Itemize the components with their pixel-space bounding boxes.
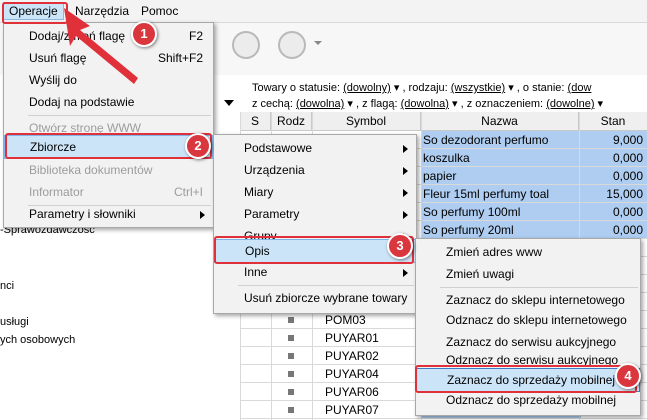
step-badge: 1 xyxy=(131,21,157,47)
grid-line xyxy=(240,418,647,419)
cell-stan: 0,000 xyxy=(579,203,647,221)
col-header-nazwa[interactable]: Nazwa xyxy=(421,112,579,131)
tree-item[interactable]: usługi xyxy=(0,316,29,328)
menu-item-unmark-shop[interactable]: Odznacz do sklepu internetowego xyxy=(416,309,640,331)
user-icon[interactable] xyxy=(232,31,260,59)
kind-label: , rodzaju: xyxy=(402,82,448,94)
filter-row-2: z cechą: (dowolna) ▾ , z flagą: (dowolna… xyxy=(252,98,604,110)
menu-item-urzadzenia[interactable]: Urządzenia xyxy=(214,159,416,181)
submenu-arrow-icon xyxy=(403,211,408,219)
cell-symbol: PUYAR06 xyxy=(325,385,379,399)
menu-item-parametry[interactable]: Parametry xyxy=(214,203,416,225)
menu-item-add-based[interactable]: Dodaj na podstawie xyxy=(4,91,213,113)
cell-stan: 9,000 xyxy=(579,131,647,149)
menu-item-change-www[interactable]: Zmień adres www xyxy=(416,241,640,263)
menu-item-podstawowe[interactable]: Podstawowe xyxy=(214,137,416,159)
help-icon[interactable] xyxy=(278,31,306,59)
menu-pomoc[interactable]: Pomoc xyxy=(136,3,183,19)
status-label: Towary o statusie: xyxy=(252,82,341,94)
cell-stan: 15,000 xyxy=(579,185,647,203)
highlight-frame xyxy=(2,2,68,24)
mark-select[interactable]: (dowolne) xyxy=(546,98,594,110)
menu-item-params[interactable]: Parametry i słowniki xyxy=(4,203,213,225)
submenu-arrow-icon xyxy=(403,269,408,277)
menu-item-delete-selected[interactable]: Usuń zbiorcze wybrane towary xyxy=(214,287,416,309)
feature-select[interactable]: (dowolna) xyxy=(296,98,344,110)
cell-name: koszulka xyxy=(421,149,581,167)
submenu-arrow-icon xyxy=(403,145,408,153)
menu-item-mark-shop[interactable]: Zaznacz do sklepu internetowego xyxy=(416,289,640,311)
col-header-rodz[interactable]: Rodz xyxy=(271,112,312,131)
step-badge: 2 xyxy=(185,133,211,159)
cell-name: So perfumy 20ml xyxy=(421,221,581,239)
cell-symbol: PUYAR04 xyxy=(325,367,379,381)
chevron-down-icon[interactable] xyxy=(314,41,322,45)
cell-name: So perfumy 100ml xyxy=(421,203,581,221)
highlight-frame xyxy=(415,365,637,393)
menu-item-miary[interactable]: Miary xyxy=(214,181,416,203)
zbiorcze-submenu: Podstawowe Urządzenia Miary Parametry Gr… xyxy=(213,134,417,314)
pointer-arrow xyxy=(64,8,138,84)
menu-item-informator: Informator Ctrl+I xyxy=(29,185,203,199)
row-type-icon xyxy=(288,389,294,395)
cell-name: So dezodorant perfumo xyxy=(421,131,581,149)
step-badge: 4 xyxy=(615,363,641,389)
tree-item[interactable]: ych osobowych xyxy=(0,334,75,346)
mark-label: , z oznaczeniem: xyxy=(460,98,544,110)
submenu-arrow-icon xyxy=(403,167,408,175)
flag-select[interactable]: (dowolna) xyxy=(401,98,449,110)
menu-separator xyxy=(28,115,211,116)
dropdown-arrow-icon[interactable] xyxy=(224,100,234,106)
step-badge: 3 xyxy=(387,233,413,259)
menu-item-inne[interactable]: Inne xyxy=(214,261,416,283)
kind-select[interactable]: (wszystkie) xyxy=(451,82,505,94)
state-select[interactable]: (dow xyxy=(568,82,592,94)
cell-stan: 0,000 xyxy=(579,167,647,185)
cell-symbol: PUYAR02 xyxy=(325,349,379,363)
menu-item-library: Biblioteka dokumentów xyxy=(29,163,153,177)
feature-label: z cechą: xyxy=(252,98,293,110)
cell-symbol: PUYAR07 xyxy=(325,403,379,417)
col-header-symbol[interactable]: Symbol xyxy=(312,112,421,131)
submenu-arrow-icon xyxy=(403,189,408,197)
col-header-stan[interactable]: Stan xyxy=(579,112,647,131)
state-label: , o stanie: xyxy=(516,82,565,94)
cell-stan: 0,000 xyxy=(579,149,647,167)
cell-name: papier xyxy=(421,167,581,185)
cell-stan: 0,000 xyxy=(579,221,647,239)
cell-name: Fleur 15ml perfumy toal xyxy=(421,185,581,203)
col-header-s[interactable]: S xyxy=(240,112,271,131)
row-type-icon xyxy=(288,317,294,323)
tree-item[interactable]: nci xyxy=(0,280,14,292)
row-type-icon xyxy=(288,407,294,413)
menu-item-change-notes[interactable]: Zmień uwagi xyxy=(416,263,640,285)
flag-label: , z flagą: xyxy=(355,98,398,110)
menu-separator xyxy=(238,285,414,286)
highlight-frame xyxy=(5,133,212,159)
cell-symbol: PUYAR01 xyxy=(325,331,379,345)
filter-row-1: Towary o statusie: (dowolny) ▾ , rodzaju… xyxy=(252,82,592,94)
row-type-icon xyxy=(288,335,294,341)
status-select[interactable]: (dowolny) xyxy=(343,82,391,94)
menu-separator xyxy=(440,287,638,288)
submenu-arrow-icon xyxy=(200,211,205,219)
highlight-frame xyxy=(214,236,414,264)
row-type-icon xyxy=(288,371,294,377)
row-type-icon xyxy=(288,353,294,359)
